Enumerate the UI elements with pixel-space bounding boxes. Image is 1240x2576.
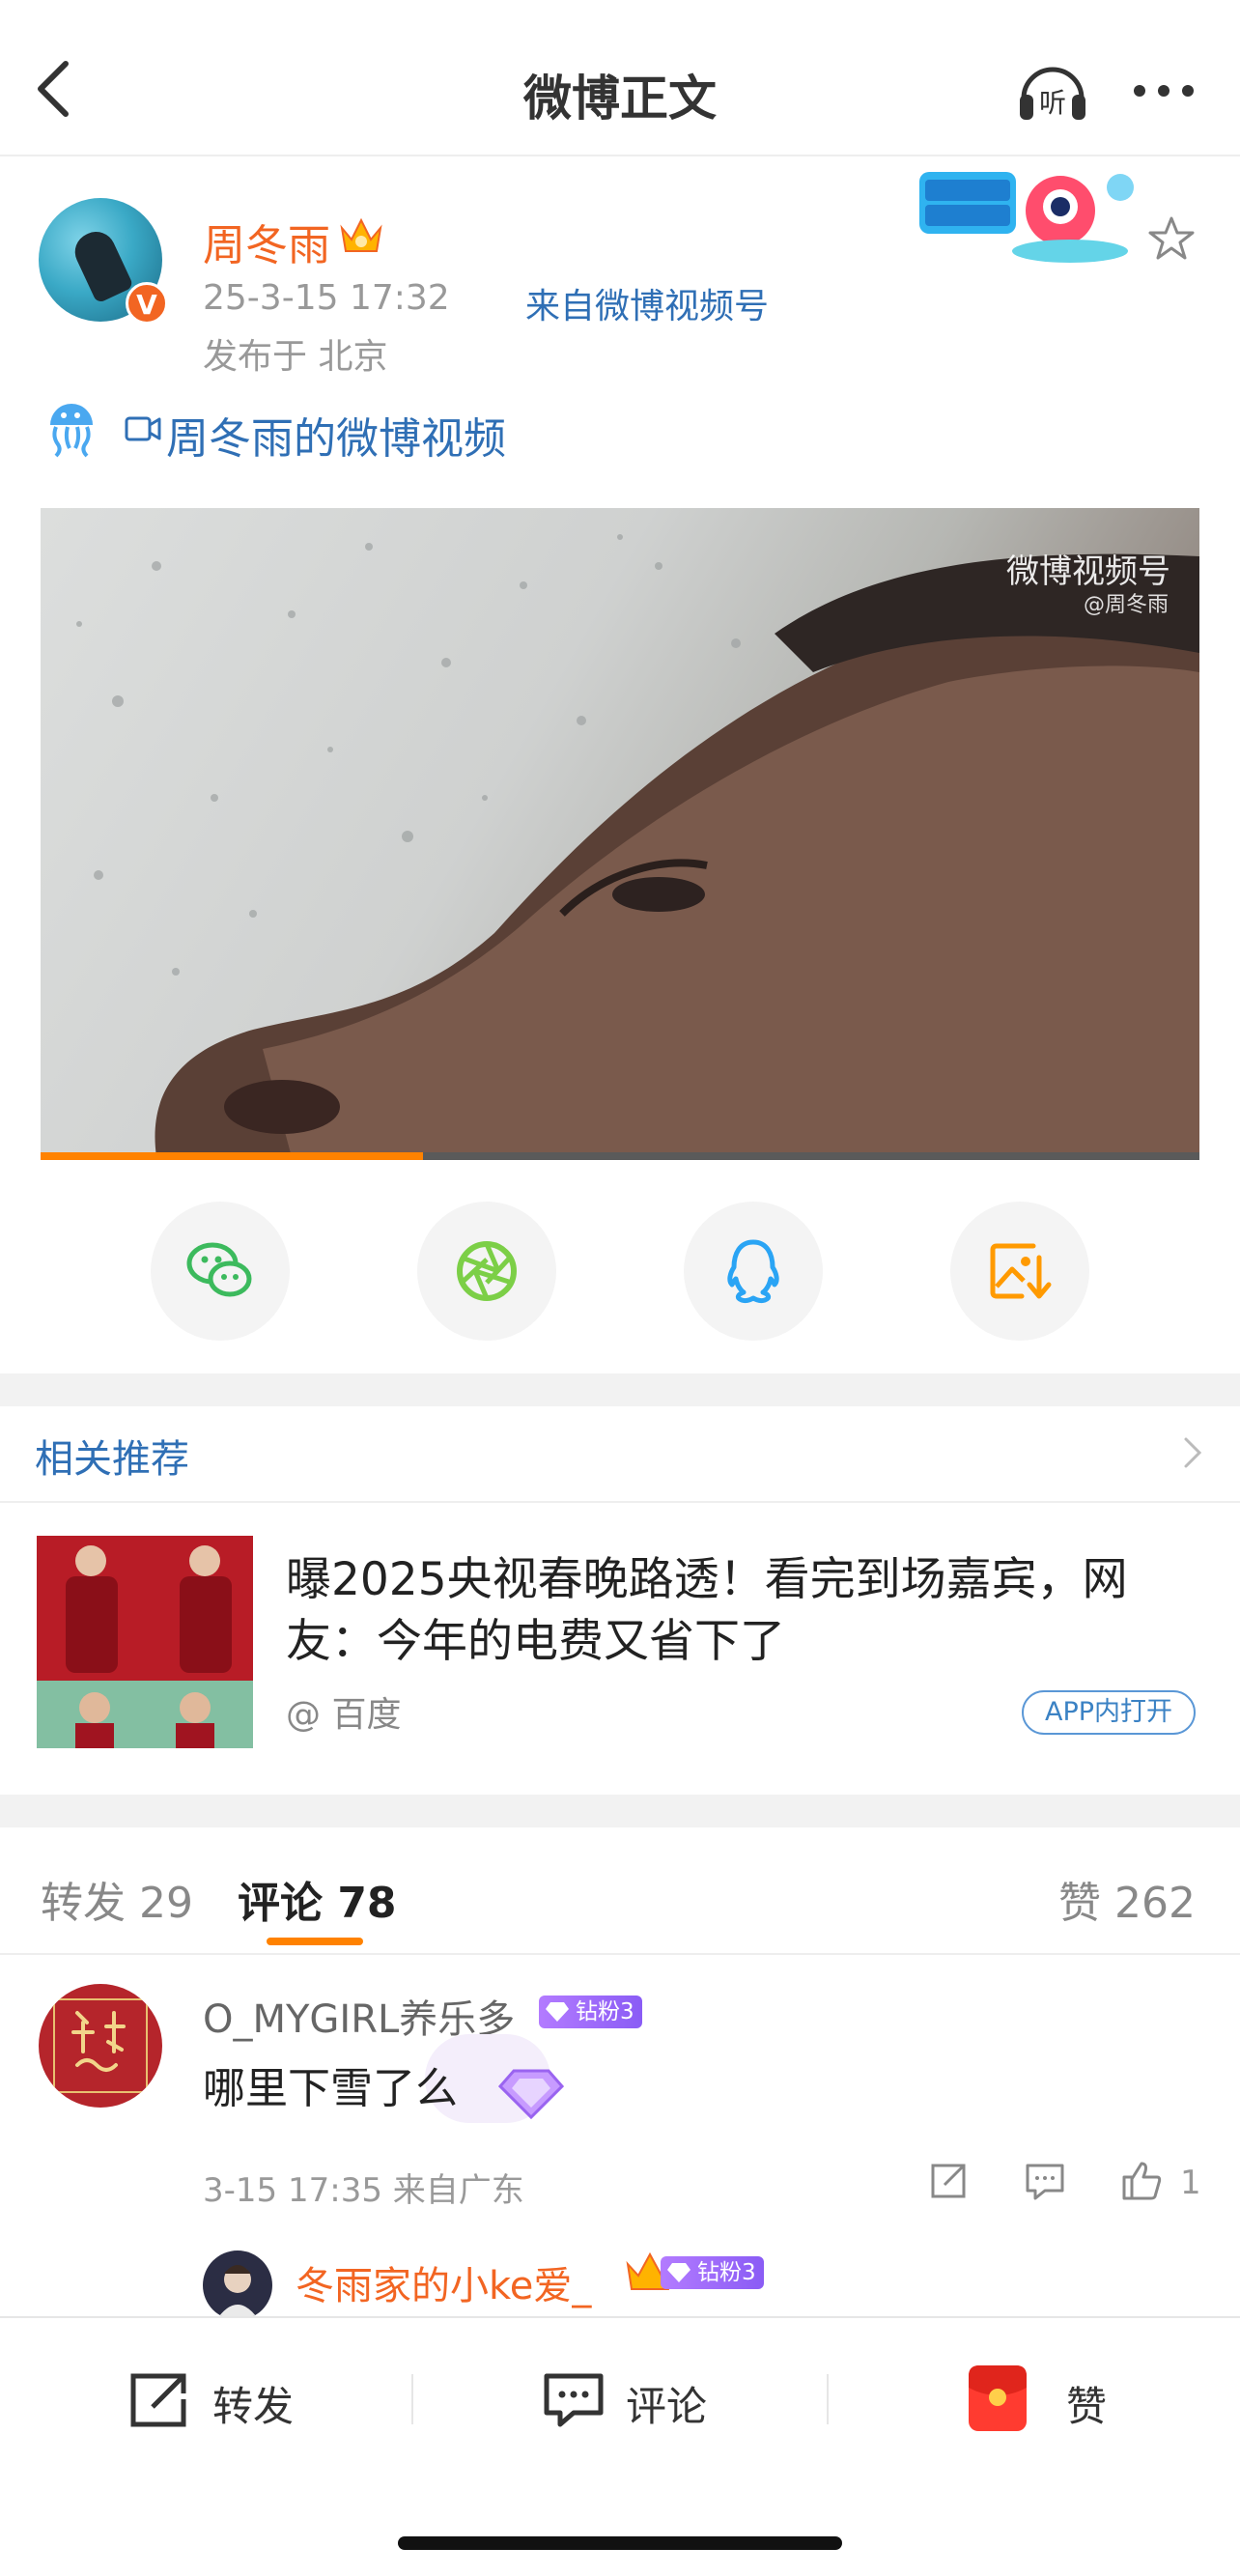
tab-comments[interactable]: 评论 78 xyxy=(238,1868,397,1930)
share-wechat-button[interactable] xyxy=(151,1202,290,1341)
video-progress-fill xyxy=(41,1152,423,1160)
commenter-avatar[interactable] xyxy=(39,1984,162,2108)
news-thumbnail-image xyxy=(37,1536,253,1748)
jellyfish-icon xyxy=(50,404,93,458)
post-source-link[interactable]: 来自微博视频号 xyxy=(525,278,769,328)
home-indicator xyxy=(398,2536,842,2550)
share-qq-button[interactable] xyxy=(684,1202,823,1341)
favorite-star-icon[interactable] xyxy=(1147,214,1196,263)
diamond-sticker-icon xyxy=(497,2069,565,2120)
reply-fan-level-label: 钻粉3 xyxy=(697,2260,756,2285)
section-separator xyxy=(0,1373,1240,1406)
share-moments-button[interactable] xyxy=(417,1202,556,1341)
video-progress-bar[interactable] xyxy=(41,1152,1199,1160)
divider xyxy=(827,2374,829,2424)
video-frame-image xyxy=(76,534,1199,1157)
reply-avatar-image xyxy=(216,2265,259,2320)
moments-icon xyxy=(457,1241,517,1301)
reply-comment-icon[interactable] xyxy=(1024,2160,1066,2202)
video-link[interactable]: 周冬雨的微博视频 xyxy=(166,404,506,466)
author-name[interactable]: 周冬雨 xyxy=(203,211,330,272)
thumbs-up-icon[interactable] xyxy=(1120,2160,1163,2202)
related-section-title: 相关推荐 xyxy=(35,1437,189,1482)
video-watermark-user: @周冬雨 xyxy=(1083,593,1169,617)
save-image-button[interactable] xyxy=(950,1202,1089,1341)
divider xyxy=(0,1953,1240,1955)
svg-text:听: 听 xyxy=(1039,87,1066,119)
calligraphy-avatar-image xyxy=(53,1998,148,2093)
news-headline[interactable]: 曝2025央视春晚路透！看完到场嘉宾，网友：今年的电费又省下了 xyxy=(286,1549,1155,1673)
chevron-right-icon[interactable] xyxy=(1180,1435,1205,1470)
open-in-app-button[interactable]: APP内打开 xyxy=(1022,1690,1196,1735)
post-location: 发布于 北京 xyxy=(203,337,388,377)
repost-comment-icon[interactable] xyxy=(927,2160,970,2202)
qq-icon xyxy=(727,1239,779,1304)
more-options-icon[interactable] xyxy=(1130,75,1198,106)
reply-fan-badge: 钻粉3 xyxy=(661,2256,764,2289)
save-image-icon xyxy=(990,1243,1052,1299)
wechat-icon xyxy=(186,1242,252,1297)
tab-reposts[interactable]: 转发 29 xyxy=(41,1868,193,1930)
divider xyxy=(0,1501,1240,1503)
red-envelope-like-icon[interactable] xyxy=(966,2363,1029,2434)
diamond-icon xyxy=(546,2002,569,2022)
active-tab-indicator xyxy=(267,1938,363,1945)
reply-user-avatar[interactable] xyxy=(203,2250,272,2320)
comment-icon[interactable] xyxy=(541,2370,606,2430)
fan-level-label: 钻粉3 xyxy=(576,1999,634,2024)
repost-button[interactable]: 转发 xyxy=(212,2374,294,2433)
like-button[interactable]: 赞 xyxy=(1066,2374,1107,2433)
comment-like-count: 1 xyxy=(1180,2164,1201,2202)
post-timestamp: 25-3-15 17:32 xyxy=(203,278,450,318)
video-player[interactable]: 微博视频号 @周冬雨 xyxy=(41,508,1199,1157)
vip-crown-icon[interactable] xyxy=(338,214,384,259)
news-source: @ 百度 xyxy=(286,1695,402,1735)
comment-text: 哪里下雪了么 xyxy=(203,2064,458,2113)
divider xyxy=(411,2374,413,2424)
reply-user-name[interactable]: 冬雨家的小ke爱_ xyxy=(296,2254,591,2310)
repost-icon[interactable] xyxy=(126,2370,193,2430)
news-thumbnail[interactable] xyxy=(37,1536,253,1748)
avatar-figure xyxy=(69,225,134,304)
promo-sticker-icon[interactable] xyxy=(916,162,1147,269)
section-separator xyxy=(0,1795,1240,1827)
video-camera-icon[interactable] xyxy=(124,413,162,444)
comment-button[interactable]: 评论 xyxy=(626,2374,707,2433)
comment-meta: 3-15 17:35 来自广东 xyxy=(203,2171,524,2210)
listen-headphones-icon[interactable]: 听 xyxy=(1014,56,1091,126)
diamond-icon xyxy=(667,2263,690,2282)
tab-likes[interactable]: 赞 262 xyxy=(1058,1868,1196,1930)
video-watermark: 微博视频号 xyxy=(1006,552,1170,591)
fan-level-badge: 钻粉3 xyxy=(539,1996,642,2028)
verified-badge: V xyxy=(126,282,168,325)
